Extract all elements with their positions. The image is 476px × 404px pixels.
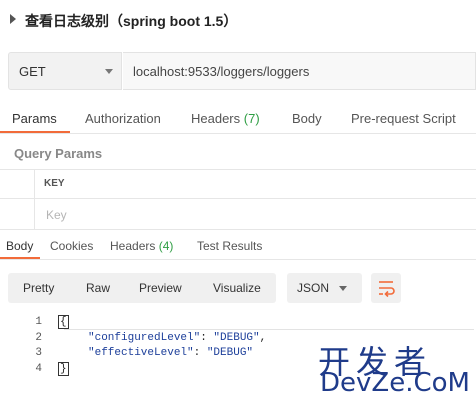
json-separator: : — [193, 347, 207, 359]
json-comma: , — [259, 332, 267, 344]
line-number: 4 — [35, 363, 42, 375]
tab-headers-count: (7) — [243, 111, 260, 126]
tab-authorization[interactable]: Authorization — [85, 111, 161, 126]
tabs-divider — [0, 133, 476, 134]
tab-prerequest-script[interactable]: Pre-request Script — [351, 111, 456, 126]
wrap-lines-icon — [379, 281, 395, 298]
key-column-header: KEY — [44, 178, 65, 189]
json-separator: : — [200, 332, 214, 344]
response-tab-headers-count: (4) — [158, 239, 174, 253]
tab-body[interactable]: Body — [292, 111, 322, 126]
response-tab-headers-label: Headers — [110, 239, 156, 253]
watermark-domain: DevZe.CoM — [320, 368, 470, 398]
title-row: 查看日志级别（spring boot 1.5） — [0, 0, 476, 40]
view-pretty-button[interactable]: Pretty — [23, 281, 54, 295]
chevron-down-icon — [105, 69, 113, 74]
line-number: 2 — [35, 332, 42, 344]
json-value: "DEBUG" — [213, 332, 260, 344]
response-tab-test-results[interactable]: Test Results — [197, 239, 262, 253]
url-input[interactable]: localhost:9533/loggers/loggers — [123, 52, 476, 90]
code-line-highlight — [64, 329, 474, 330]
view-raw-button[interactable]: Raw — [86, 281, 110, 295]
page-title: 查看日志级别（spring boot 1.5） — [25, 13, 238, 29]
code-line-configured-level: "configuredLevel": "DEBUG", — [88, 332, 266, 344]
query-params-label: Query Params — [14, 146, 103, 161]
close-brace: } — [58, 362, 69, 376]
method-label: GET — [19, 64, 46, 79]
params-table-divider — [34, 169, 35, 230]
method-select[interactable]: GET — [8, 52, 122, 90]
view-mode-group: Pretty Raw Preview Visualize — [8, 273, 276, 303]
response-tab-cookies[interactable]: Cookies — [50, 239, 93, 253]
chevron-down-icon — [339, 286, 347, 291]
json-key: "configuredLevel" — [88, 332, 201, 344]
caret-right-icon[interactable] — [10, 14, 16, 24]
tab-params[interactable]: Params — [12, 111, 57, 126]
open-brace: { — [58, 315, 69, 329]
tab-headers[interactable]: Headers (7) — [191, 111, 260, 126]
response-tab-body[interactable]: Body — [6, 239, 33, 253]
view-preview-button[interactable]: Preview — [139, 281, 182, 295]
json-value: "DEBUG" — [206, 347, 254, 359]
key-input[interactable]: Key — [46, 208, 67, 222]
line-number: 3 — [35, 347, 42, 359]
params-table-row — [0, 199, 476, 230]
url-text: localhost:9533/loggers/loggers — [133, 64, 310, 79]
code-line-effective-level: "effectiveLevel": "DEBUG" — [88, 347, 253, 359]
response-tab-headers[interactable]: Headers (4) — [110, 239, 173, 253]
view-visualize-button[interactable]: Visualize — [213, 281, 261, 295]
json-key: "effectiveLevel" — [88, 347, 194, 359]
format-label: JSON — [297, 281, 330, 295]
wrap-lines-button[interactable] — [371, 273, 401, 303]
line-number: 1 — [35, 316, 42, 328]
response-tabs-divider — [0, 259, 476, 260]
tab-headers-label: Headers — [191, 111, 241, 126]
format-select[interactable]: JSON — [287, 273, 362, 303]
params-table-header — [0, 169, 476, 199]
